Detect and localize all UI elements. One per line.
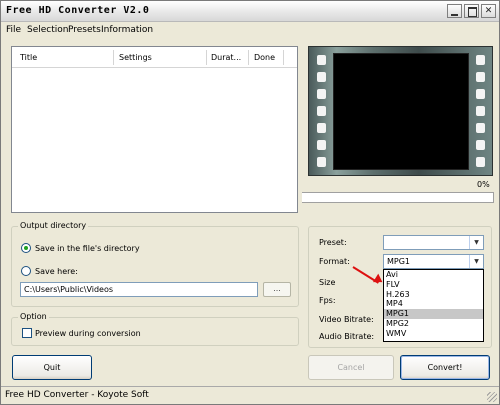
column-separator[interactable] xyxy=(283,50,284,65)
minimize-button[interactable] xyxy=(447,4,462,18)
format-select[interactable]: MPG1 ▼ xyxy=(383,254,484,269)
chevron-down-icon[interactable]: ▼ xyxy=(469,236,483,249)
film-perforation-icon xyxy=(317,123,326,133)
preview-checkbox[interactable] xyxy=(22,328,32,338)
size-label: Size xyxy=(319,278,336,287)
save-here-radio[interactable] xyxy=(21,266,31,276)
file-list[interactable]: Title Settings Durat... Done xyxy=(11,46,298,213)
format-option-mp4[interactable]: MP4 xyxy=(384,299,483,309)
status-text: Free HD Converter - Koyote Soft xyxy=(5,390,149,400)
resize-grip-icon[interactable] xyxy=(487,392,497,402)
preset-label: Preset: xyxy=(319,238,347,247)
preview-label[interactable]: Preview during conversion xyxy=(35,329,141,338)
menu-presets[interactable]: Presets xyxy=(68,25,101,35)
browse-button[interactable]: ... xyxy=(263,282,291,297)
format-option-mpg2[interactable]: MPG2 xyxy=(384,319,483,329)
window-title: Free HD Converter V2.0 xyxy=(6,5,150,16)
fps-label: Fps: xyxy=(319,296,336,305)
column-settings[interactable]: Settings xyxy=(119,53,152,62)
film-perforation-icon xyxy=(317,89,326,99)
chevron-down-icon[interactable]: ▼ xyxy=(469,255,483,268)
title-bar[interactable]: Free HD Converter V2.0 ✕ xyxy=(1,1,499,22)
status-bar: Free HD Converter - Koyote Soft xyxy=(1,386,499,404)
menu-bar: File Selection Presets Information xyxy=(1,22,499,38)
preset-select[interactable]: ▼ xyxy=(383,235,484,250)
convert-button[interactable]: Convert! xyxy=(400,355,490,380)
menu-information[interactable]: Information xyxy=(101,25,153,35)
film-perforation-icon xyxy=(476,72,485,82)
format-option-h263[interactable]: H.263 xyxy=(384,290,483,300)
film-perforation-icon xyxy=(476,106,485,116)
save-in-file-dir-label[interactable]: Save in the file's directory xyxy=(35,244,140,253)
film-perforation-icon xyxy=(476,55,485,65)
format-option-flv[interactable]: FLV xyxy=(384,280,483,290)
maximize-button[interactable] xyxy=(464,4,479,18)
save-here-label[interactable]: Save here: xyxy=(35,267,78,276)
preview-screen xyxy=(333,53,469,170)
audio-bitrate-label: Audio Bitrate: xyxy=(319,332,375,341)
video-preview xyxy=(308,46,493,176)
format-option-mpg1[interactable]: MPG1 xyxy=(384,309,483,319)
menu-file[interactable]: File xyxy=(6,25,21,35)
progress-percent: 0% xyxy=(477,180,490,189)
film-perforation-icon xyxy=(317,72,326,82)
film-perforation-icon xyxy=(476,89,485,99)
progress-bar xyxy=(302,192,494,203)
format-option-avi[interactable]: Avi xyxy=(384,270,483,280)
output-directory-label: Output directory xyxy=(18,221,89,230)
column-separator[interactable] xyxy=(113,50,114,65)
quit-button[interactable]: Quit xyxy=(12,355,92,380)
film-perforation-icon xyxy=(317,157,326,167)
app-window: Free HD Converter V2.0 ✕ File Selection … xyxy=(0,0,500,405)
column-separator[interactable] xyxy=(248,50,249,65)
film-perforation-icon xyxy=(476,123,485,133)
output-path-field[interactable]: C:\Users\Public\Videos xyxy=(20,282,258,297)
format-label: Format: xyxy=(319,257,350,266)
format-dropdown-list[interactable]: Avi FLV H.263 MP4 MPG1 MPG2 WMV xyxy=(383,269,484,342)
film-perforation-icon xyxy=(317,106,326,116)
save-in-file-dir-radio[interactable] xyxy=(21,243,31,253)
list-header: Title Settings Durat... Done xyxy=(12,47,297,68)
option-group-label: Option xyxy=(18,312,49,321)
film-perforation-icon xyxy=(317,55,326,65)
column-title[interactable]: Title xyxy=(20,53,37,62)
column-separator[interactable] xyxy=(206,50,207,65)
menu-selection[interactable]: Selection xyxy=(27,25,68,35)
cancel-button[interactable]: Cancel xyxy=(308,355,394,380)
film-perforation-icon xyxy=(476,157,485,167)
close-button[interactable]: ✕ xyxy=(481,4,496,18)
film-perforation-icon xyxy=(317,140,326,150)
column-duration[interactable]: Durat... xyxy=(211,53,241,62)
film-perforation-icon xyxy=(476,140,485,150)
format-option-wmv[interactable]: WMV xyxy=(384,329,483,339)
video-bitrate-label: Video Bitrate: xyxy=(319,315,374,324)
column-done[interactable]: Done xyxy=(254,53,275,62)
format-value: MPG1 xyxy=(387,257,411,266)
